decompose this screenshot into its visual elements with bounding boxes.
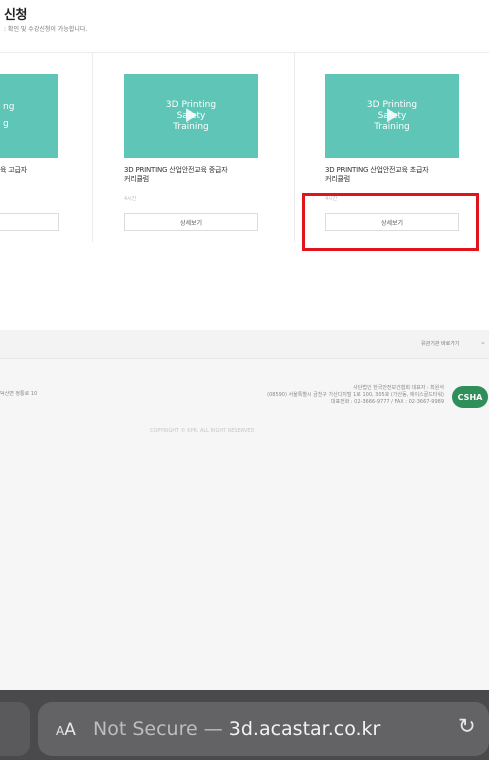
- csha-logo[interactable]: CSHA: [452, 384, 488, 408]
- course-title[interactable]: 3D PRINTING 산업안전교육 초급자: [325, 166, 429, 175]
- footer-top-bar: [0, 330, 489, 359]
- course-thumbnail[interactable]: ng g: [0, 74, 58, 158]
- related-sites-select[interactable]: 유관기관 바로가기: [421, 340, 459, 347]
- thumbnail-text: Training: [374, 121, 410, 132]
- text-size-small: A: [56, 724, 65, 738]
- reload-icon[interactable]: ↻: [458, 714, 476, 738]
- chevron-down-icon[interactable]: ⌄: [480, 338, 486, 346]
- detail-button[interactable]: [0, 213, 59, 231]
- card-divider: [294, 52, 295, 242]
- text-size-button[interactable]: AA: [56, 720, 76, 740]
- course-thumbnail[interactable]: 3D Printing Safety Training: [124, 74, 258, 158]
- previous-tab[interactable]: [0, 702, 30, 756]
- footer-org-line: (08590) 서울특별시 금천구 가산디지털 1로 100, 305호 (가산…: [267, 392, 444, 398]
- footer-org-info: 사단법인 한국안전보건협회 대표자 : 최원석 (08590) 서울특별시 금천…: [267, 385, 444, 406]
- play-icon: [186, 108, 198, 123]
- url-display[interactable]: Not Secure — 3d.acastar.co.kr: [93, 718, 380, 740]
- thumbnail-text: ng: [3, 102, 15, 112]
- highlight-box: [302, 193, 479, 251]
- page-subtitle: : 확인 및 수강신청이 가능합니다.: [4, 26, 88, 33]
- course-duration: 4시간: [124, 196, 137, 202]
- thumbnail-text: g: [3, 119, 9, 129]
- page-title: 신청: [4, 8, 27, 23]
- play-icon: [387, 108, 399, 123]
- course-title[interactable]: 육 고급자: [0, 166, 27, 175]
- card-divider: [92, 52, 93, 242]
- course-title-line2[interactable]: 커리큘럼: [124, 175, 149, 184]
- text-size-large: A: [64, 720, 76, 740]
- footer-address-left: 덕산면 정통로 10: [0, 391, 38, 397]
- course-title-line2[interactable]: 커리큘럼: [325, 175, 350, 184]
- course-thumbnail[interactable]: 3D Printing Safety Training: [325, 74, 459, 158]
- footer: [0, 330, 489, 690]
- thumbnail-text: Training: [173, 121, 209, 132]
- domain-label: 3d.acastar.co.kr: [228, 718, 381, 740]
- copyright-text: COPYRIGHT © KPR. ALL RIGHT RESERVED: [150, 428, 255, 434]
- detail-button[interactable]: 상세보기: [124, 213, 258, 231]
- footer-org-line: 사단법인 한국안전보건협회 대표자 : 최원석: [353, 385, 444, 391]
- not-secure-label: Not Secure —: [93, 718, 223, 740]
- footer-org-line: 대표전화 : 02-3666-9777 / FAX : 02-3667-9989: [330, 399, 444, 405]
- course-title[interactable]: 3D PRINTING 산업안전교육 중급자: [124, 166, 228, 175]
